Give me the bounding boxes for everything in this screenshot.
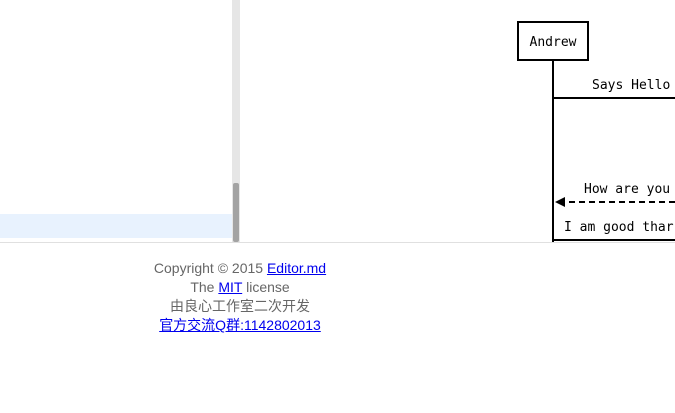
mit-license-link[interactable]: MIT [218,279,242,295]
message-label-2: How are you [584,182,670,197]
license-suffix-text: license [242,279,290,295]
qq-group-link[interactable]: 官方交流Q群:1142802013 [159,317,321,333]
editor-scrollbar-thumb[interactable] [233,183,239,242]
editor-window: Andrew Says Hello How are you I am good … [0,0,675,413]
participant-label: Andrew [530,35,577,50]
license-line: The MIT license [0,278,480,297]
sequence-diagram: Andrew Says Hello How are you I am good … [517,21,675,242]
page-footer: Copyright © 2015 Editor.md The MIT licen… [0,259,480,335]
license-prefix-text: The [190,279,219,295]
message-label-3: I am good thar [564,220,674,235]
editor-md-link[interactable]: Editor.md [267,260,326,276]
pane-divider [0,242,675,243]
copyright-line: Copyright © 2015 Editor.md [0,259,480,278]
qq-group-line: 官方交流Q群:1142802013 [0,316,480,335]
preview-pane: Andrew Says Hello How are you I am good … [240,0,675,242]
active-line-highlight [0,214,232,238]
editor-scrollbar[interactable] [232,0,240,242]
message-label-1: Says Hello [592,78,670,93]
copyright-text: Copyright © 2015 [153,260,267,276]
markdown-editor-pane[interactable] [0,0,232,242]
secondary-dev-text: 由良心工作室二次开发 [170,298,310,314]
